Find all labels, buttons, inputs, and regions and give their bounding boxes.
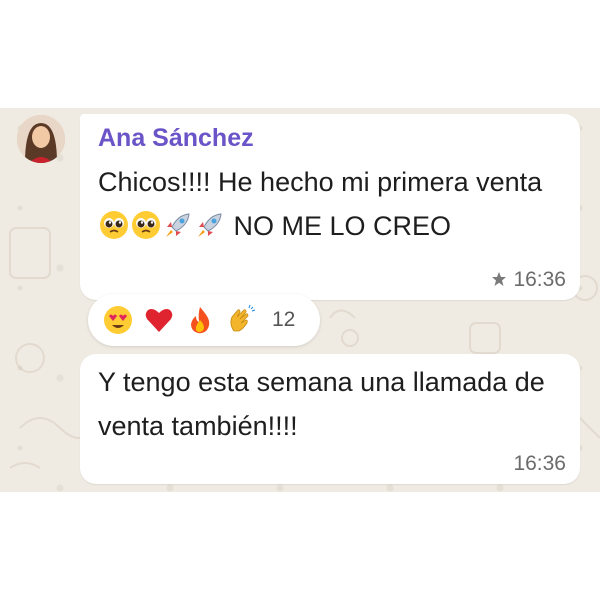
message-text-part2: NO ME LO CREO (226, 211, 452, 241)
message-text-part1: Chicos!!!! He hecho mi primera venta (98, 167, 543, 197)
message-timestamp: 16:36 (513, 452, 566, 475)
rocket-icon (198, 213, 222, 237)
pleading-face-icon (132, 211, 160, 239)
reaction-count: 12 (272, 308, 296, 331)
timestamp-text: 16:36 (513, 268, 566, 291)
sender-name[interactable]: Ana Sánchez (98, 124, 254, 153)
red-heart-icon (145, 309, 173, 332)
heart-eyes-icon (104, 306, 132, 334)
message-timestamp: 16:36 (491, 268, 566, 292)
star-icon (492, 272, 507, 286)
reactions-pill[interactable]: 12 (88, 294, 320, 346)
avatar-photo (17, 115, 65, 163)
clapping-hands-icon (230, 304, 256, 332)
pleading-face-icon (100, 211, 128, 239)
rocket-icon (166, 213, 190, 237)
message-text: Y tengo esta semana una llamada de venta… (98, 367, 545, 441)
fire-icon (191, 307, 210, 334)
avatar[interactable] (17, 115, 65, 163)
message-text: Chicos!!!! He hecho mi primera venta NO … (98, 160, 568, 248)
